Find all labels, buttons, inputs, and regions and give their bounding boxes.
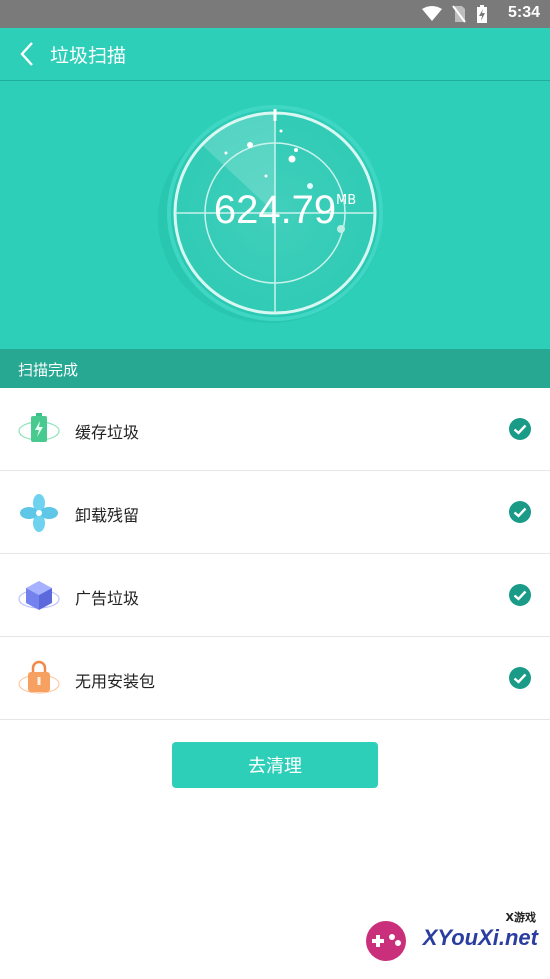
wifi-icon [422, 6, 442, 21]
list-item-cache[interactable]: 缓存垃圾 [0, 388, 550, 471]
no-sim-icon [452, 5, 466, 23]
radar-gauge: 624.79 MB [150, 101, 400, 331]
list-item-useless-packages[interactable]: 无用安装包 [0, 637, 550, 720]
watermark-brand: XYouXi.net [422, 925, 538, 950]
list-item-ad-junk[interactable]: 广告垃圾 [0, 554, 550, 637]
status-time: 5:34 [507, 4, 540, 21]
page-title: 垃圾扫描 [50, 45, 127, 67]
app-bar: 垃圾扫描 [0, 28, 550, 81]
check-circle-icon[interactable] [508, 500, 532, 524]
status-bar: 5:34 [0, 0, 550, 28]
status-icons [422, 5, 488, 23]
list-item-label: 卸载残留 [75, 506, 140, 525]
package-lock-icon [18, 660, 60, 694]
list-item-label: 广告垃圾 [75, 589, 140, 608]
battery-cache-icon [18, 413, 60, 442]
list-item-uninstall-residue[interactable]: 卸载残留 [0, 471, 550, 554]
gamepad-logo-icon [366, 921, 406, 961]
check-circle-icon[interactable] [508, 583, 532, 607]
list-item-label: 无用安装包 [75, 672, 156, 691]
junk-size-unit: MB [336, 193, 357, 208]
clean-button[interactable]: 去清理 [172, 742, 378, 788]
battery-icon [477, 5, 487, 23]
watermark: X游戏 XYouXi.net [362, 909, 542, 969]
junk-category-list: 缓存垃圾 卸载残留 广告垃圾 无用安装包 [0, 388, 550, 720]
chevron-left-icon[interactable] [14, 40, 42, 68]
fan-icon [20, 494, 58, 532]
list-item-label: 缓存垃圾 [75, 423, 140, 442]
scan-status-bar: 扫描完成 [0, 349, 550, 388]
junk-size-value: 624.79 [213, 188, 337, 232]
cube-icon [18, 581, 60, 610]
scan-result-panel: 624.79 MB [0, 81, 550, 349]
scan-status-label: 扫描完成 [18, 361, 79, 379]
watermark-tag: X游戏 [505, 911, 536, 924]
check-circle-icon[interactable] [508, 666, 532, 690]
check-circle-icon[interactable] [508, 417, 532, 441]
